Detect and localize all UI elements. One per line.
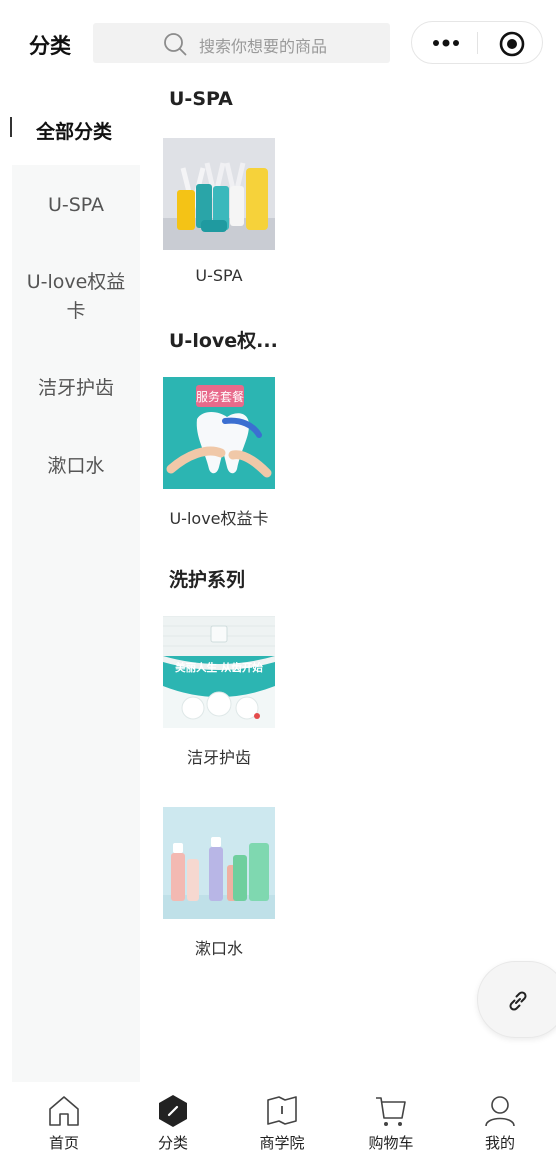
product-card-mouthwash[interactable]: 漱口水: [163, 807, 275, 959]
user-icon: [485, 1096, 515, 1127]
tab-academy[interactable]: 商学院: [234, 1094, 330, 1164]
product-name: U-love权益卡: [169, 509, 269, 528]
category-sidebar: U-SPA U-love权益卡 洁牙护齿 漱口水: [12, 165, 140, 1082]
product-name: 漱口水: [194, 939, 243, 958]
product-name: 洁牙护齿: [186, 748, 251, 767]
mini-program-capsule: [411, 21, 543, 64]
search-input[interactable]: 搜索你想要的商品: [93, 23, 390, 63]
search-icon: [164, 33, 187, 56]
book-icon: [267, 1096, 297, 1125]
link-icon: [509, 991, 527, 1011]
tab-cart[interactable]: 购物车: [343, 1094, 439, 1164]
top-bar: 分类 搜索你想要的商品: [0, 0, 556, 86]
search-placeholder: 搜索你想要的商品: [199, 37, 328, 56]
tab-label: 购物车: [368, 1134, 414, 1152]
product-image: 美丽人生 从齿开始: [163, 616, 275, 728]
product-image: [163, 138, 275, 250]
tab-label: 我的: [484, 1134, 515, 1152]
bottom-tab-bar: 首页 分类 商学院 购物车 我的: [0, 1084, 556, 1173]
tab-category[interactable]: 分类: [125, 1094, 221, 1164]
section-title: U-SPA: [169, 88, 233, 110]
svg-text:美丽人生 从齿开始: 美丽人生 从齿开始: [175, 661, 263, 674]
page-title: 分类: [29, 34, 71, 58]
product-list: U-SPA U-SPA U-love权... 服务套餐 U-love权益卡 洗护…: [140, 86, 556, 1084]
product-image: [163, 807, 275, 919]
svg-text:服务套餐: 服务套餐: [196, 389, 244, 404]
record-target-icon[interactable]: [499, 31, 525, 57]
product-card-u-love-card[interactable]: 服务套餐 U-love权益卡: [163, 377, 275, 529]
sidebar-item-teeth-care[interactable]: 洁牙护齿: [12, 374, 140, 403]
sidebar-item-u-spa[interactable]: U-SPA: [12, 191, 140, 220]
sidebar-item-all[interactable]: 全部分类: [0, 105, 140, 150]
cart-icon: [376, 1097, 406, 1126]
category-icon: [159, 1095, 187, 1127]
product-name: U-SPA: [195, 266, 243, 285]
section-title: U-love权...: [169, 330, 278, 352]
product-card-teeth-care[interactable]: 美丽人生 从齿开始 洁牙护齿: [163, 616, 275, 768]
sidebar-item-mouthwash[interactable]: 漱口水: [12, 452, 140, 481]
tab-mine[interactable]: 我的: [452, 1094, 548, 1164]
product-image: 服务套餐: [163, 377, 275, 489]
home-icon: [49, 1096, 79, 1126]
more-dots-icon[interactable]: [430, 30, 462, 56]
sidebar-item-u-love-card[interactable]: U-love权益卡: [12, 268, 140, 326]
tab-label: 首页: [48, 1134, 79, 1152]
capsule-divider: [477, 32, 478, 54]
tab-label: 分类: [157, 1134, 188, 1152]
tab-home[interactable]: 首页: [16, 1094, 112, 1164]
share-link-button[interactable]: [477, 961, 556, 1038]
sidebar-item-label: 全部分类: [36, 121, 113, 143]
product-card-u-spa[interactable]: U-SPA: [163, 138, 275, 285]
active-indicator: [10, 117, 12, 137]
section-title: 洗护系列: [169, 569, 246, 591]
tab-label: 商学院: [259, 1134, 305, 1152]
